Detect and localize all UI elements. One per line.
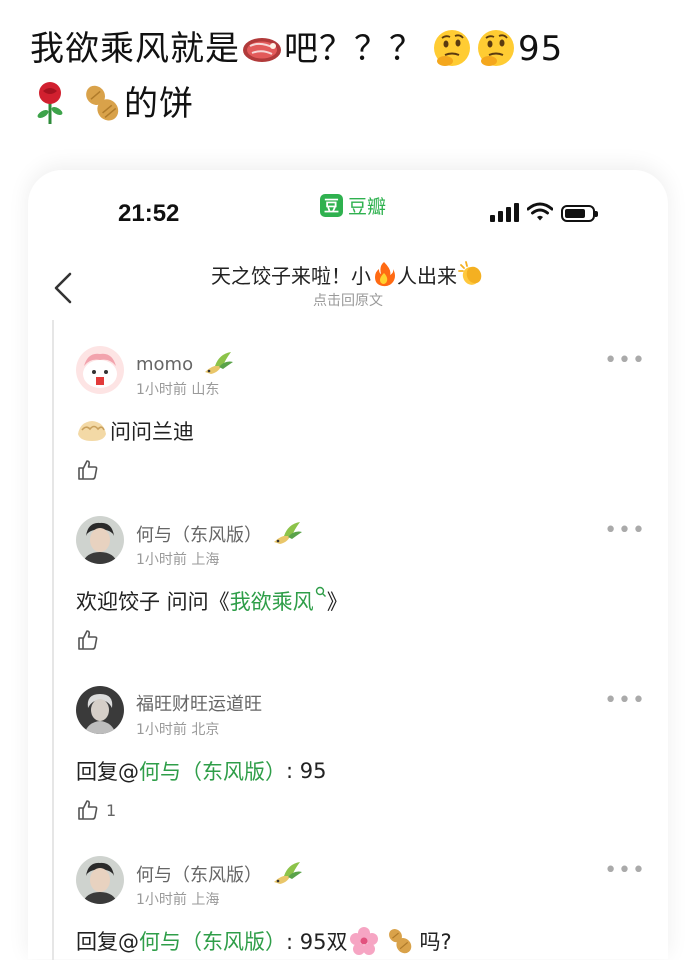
peanut-emoji-icon	[389, 929, 412, 954]
fire-emoji-icon	[375, 262, 395, 287]
cherry-blossom-emoji-icon	[350, 927, 379, 955]
thumbs-up-icon	[78, 460, 98, 480]
more-options-button[interactable]: •••	[604, 690, 646, 712]
avatar[interactable]	[76, 686, 124, 734]
status-icons	[490, 202, 598, 222]
title-text-4: 的饼	[124, 84, 194, 124]
bird-badge-icon	[274, 862, 302, 884]
more-options-button[interactable]: •••	[604, 520, 646, 542]
thinking-face-emoji-icon	[434, 30, 470, 66]
dumpling-emoji-icon	[78, 421, 106, 441]
mention-link[interactable]: 何与（东风版）	[139, 926, 286, 956]
username[interactable]: 何与（东风版）	[136, 520, 304, 548]
post-title: 我欲乘风就是 吧？？？ 95 的饼	[30, 22, 670, 132]
comment-meta: 1小时前 上海	[136, 552, 220, 568]
thumbs-up-icon	[78, 800, 98, 820]
like-button[interactable]: 1	[76, 798, 116, 822]
thread-title[interactable]: 天之饺子来啦！小 人出来	[28, 260, 668, 289]
comment-meta: 1小时前 上海	[136, 892, 220, 908]
meat-emoji-icon	[243, 38, 281, 62]
more-options-button[interactable]: •••	[604, 350, 646, 372]
comment-meta: 1小时前 山东	[136, 382, 220, 398]
search-link[interactable]: 我欲乘风	[230, 586, 327, 616]
username[interactable]: momo	[136, 350, 235, 378]
comment-meta: 1小时前 北京	[136, 722, 220, 738]
thumbs-up-icon	[78, 630, 98, 650]
comment-text: 回复@ 何与（东风版）: 95双 吗?	[76, 926, 452, 956]
comment-text: 欢迎饺子 问问《 我欲乘风》	[76, 586, 348, 616]
douban-logo-icon: 豆	[320, 194, 343, 217]
back-to-original-link[interactable]: 点击回原文	[28, 290, 668, 310]
title-text-2: 吧？？？	[284, 29, 424, 69]
search-icon	[315, 586, 326, 597]
clapping-hands-emoji-icon	[458, 261, 482, 285]
thread-title-text-2: 人出来	[397, 264, 457, 288]
avatar[interactable]	[76, 856, 124, 904]
avatar[interactable]	[76, 346, 124, 394]
app-name: 豆瓣	[348, 196, 387, 218]
like-button[interactable]	[76, 458, 106, 482]
bird-badge-icon	[274, 522, 302, 544]
battery-icon	[561, 205, 598, 222]
username[interactable]: 何与（东风版）	[136, 860, 304, 888]
title-text-3: 95	[518, 29, 564, 69]
title-text-1: 我欲乘风就是	[30, 29, 240, 69]
avatar[interactable]	[76, 516, 124, 564]
bird-badge-icon	[205, 352, 234, 374]
like-button[interactable]	[76, 628, 106, 652]
app-badge: 豆 豆瓣	[320, 192, 386, 219]
peanut-emoji-icon	[86, 85, 119, 121]
like-count: 1	[106, 800, 117, 820]
username[interactable]: 福旺财旺运道旺	[136, 690, 262, 716]
comment-text: 问问兰迪	[76, 416, 194, 446]
thread-title-text-1: 天之饺子来啦！小	[211, 264, 371, 288]
phone-screenshot: 21:52 豆 豆瓣 天之饺子来啦！小 人出来 点击回原文 momo 1小时前 …	[28, 170, 668, 960]
mention-link[interactable]: 何与（东风版）	[139, 756, 286, 786]
comment-text: 回复@ 何与（东风版）: 95	[76, 756, 326, 786]
wifi-icon	[527, 202, 553, 221]
thinking-face-emoji-icon	[478, 30, 514, 66]
status-time: 21:52	[118, 200, 180, 227]
signal-icon	[490, 203, 519, 222]
rose-emoji-icon	[37, 82, 63, 124]
thread-line	[52, 320, 54, 960]
more-options-button[interactable]: •••	[604, 860, 646, 882]
